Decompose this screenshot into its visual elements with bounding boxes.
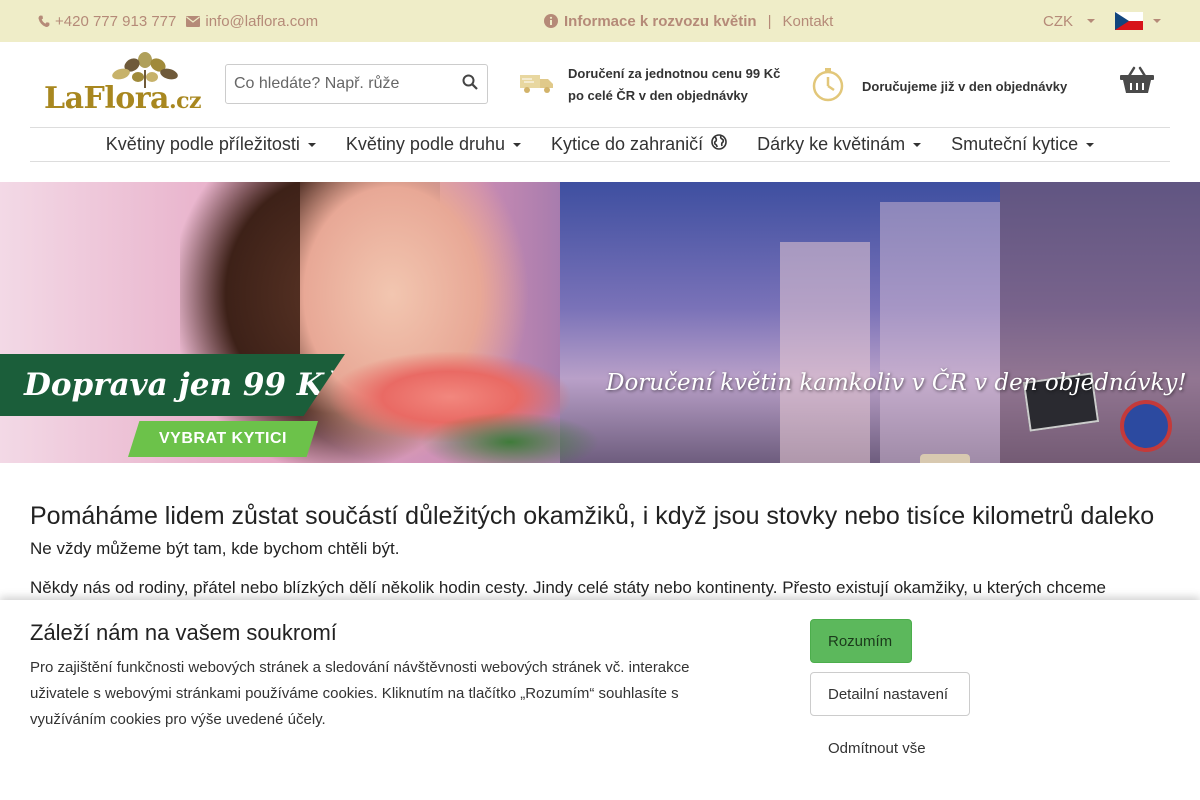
logo-text: LaFlora.cz — [44, 81, 202, 116]
chevron-down-icon — [307, 142, 316, 147]
shopping-basket-icon — [1120, 66, 1154, 98]
header: LaFlora.cz Doručení za jednotnou cenu 99… — [0, 42, 1200, 128]
hero-banner[interactable]: Doprava jen 99 Kč VYBRAT KYTICI Doručení… — [0, 182, 1200, 463]
globe-icon — [711, 134, 727, 155]
nav-funeral-label: Smuteční kytice — [951, 134, 1079, 154]
language-dropdown[interactable] — [1115, 12, 1161, 30]
info-circle-icon — [544, 14, 558, 28]
phone-icon — [38, 15, 50, 28]
banner-leaves — [420, 412, 600, 463]
banner-ribbon-text: Doprava jen 99 Kč — [24, 367, 343, 403]
cookie-consent-bar: Záleží nám na vašem soukromí Pro zajiště… — [0, 600, 1200, 800]
usp-flat-delivery: Doručení za jednotnou cenu 99 Kč po celé… — [520, 63, 780, 107]
banner-antik-sign — [920, 454, 970, 463]
phone-number: +420 777 913 777 — [55, 12, 177, 30]
search-input[interactable] — [226, 65, 453, 103]
intro-paragraph: Ne vždy můžeme být tam, kde bychom chtěl… — [30, 539, 400, 558]
chevron-down-icon — [513, 142, 522, 147]
nav-gifts-label: Dárky ke květinám — [757, 134, 906, 154]
czech-flag-icon — [1115, 12, 1143, 30]
nav-funeral[interactable]: Smuteční kytice — [951, 134, 1095, 155]
usp-delivery-line1: Doručení za jednotnou cenu 99 Kč — [568, 66, 781, 81]
no-parking-sign-icon — [1120, 400, 1172, 452]
logo-main: LaFlora — [44, 81, 169, 116]
banner-building — [880, 202, 1000, 463]
chevron-down-icon — [1087, 19, 1095, 23]
envelope-icon — [186, 15, 201, 27]
choose-bouquet-button[interactable]: VYBRAT KYTICI — [128, 421, 318, 457]
email-link[interactable]: info@laflora.com — [186, 13, 318, 30]
nav-abroad-label: Kytice do zahraničí — [551, 134, 704, 154]
contact-link[interactable]: Kontakt — [782, 13, 833, 30]
cookie-title: Záleží nám na vašem soukromí — [30, 620, 337, 645]
currency-value: CZK — [1043, 12, 1073, 30]
search-button[interactable] — [453, 65, 487, 103]
body-paragraph: Někdy nás od rodiny, přátel nebo blízkýc… — [30, 578, 1106, 597]
delivery-info-link[interactable]: Informace k rozvozu květin — [564, 13, 757, 30]
banner-slogan: Doručení květin kamkoliv v ČR v den obje… — [606, 370, 1187, 396]
nav-flower-type-label: Květiny podle druhu — [345, 134, 506, 154]
usp-flat-delivery-text: Doručení za jednotnou cenu 99 Kč po celé… — [568, 63, 780, 107]
usp-same-day: Doručujeme již v den objednávky — [810, 66, 1067, 107]
nav-flower-type[interactable]: Květiny podle druhu — [345, 134, 522, 155]
chevron-down-icon — [1086, 142, 1095, 147]
search-icon — [462, 74, 478, 95]
stopwatch-icon — [810, 66, 846, 107]
topbar-contact: +420 777 913 777 info@laflora.com — [38, 13, 318, 30]
nav-occasion[interactable]: Květiny podle příležitosti — [106, 134, 316, 155]
nav-abroad[interactable]: Kytice do zahraničí — [551, 134, 727, 155]
cookie-settings-button[interactable]: Detailní nastavení — [810, 672, 970, 716]
page-heading: Pomáháme lidem zůstat součástí důležitýc… — [30, 502, 1155, 530]
accept-cookies-button[interactable]: Rozumím — [810, 619, 912, 663]
chevron-down-icon — [913, 142, 922, 147]
banner-building — [780, 242, 870, 463]
logo-suffix: .cz — [168, 88, 202, 114]
cookie-description: Pro zajištění funkčnosti webových stráne… — [30, 659, 690, 728]
logo[interactable]: LaFlora.cz — [44, 52, 204, 118]
topbar-separator: | — [767, 12, 772, 30]
main-content: Pomáháme lidem zůstat součástí důležitýc… — [30, 500, 1170, 600]
topbar-info: Informace k rozvozu květin | Kontakt — [544, 13, 833, 30]
phone-link[interactable]: +420 777 913 777 — [38, 13, 176, 30]
usp-delivery-line2: po celé ČR v den objednávky — [568, 88, 748, 103]
cart-button[interactable] — [1120, 66, 1154, 99]
search-box — [225, 64, 488, 104]
email-address: info@laflora.com — [205, 12, 319, 30]
usp-same-day-text: Doručujeme již v den objednávky — [862, 78, 1068, 94]
main-nav: Květiny podle příležitosti Květiny podle… — [30, 127, 1170, 162]
reject-cookies-button[interactable]: Odmítnout vše — [810, 726, 950, 770]
banner-shipping-ribbon: Doprava jen 99 Kč — [0, 354, 345, 416]
nav-gifts[interactable]: Dárky ke květinám — [757, 134, 922, 155]
chevron-down-icon — [1153, 19, 1161, 23]
nav-occasion-label: Květiny podle příležitosti — [105, 134, 300, 154]
delivery-truck-icon — [520, 72, 554, 99]
topbar: +420 777 913 777 info@laflora.com Inform… — [0, 0, 1200, 42]
currency-dropdown[interactable]: CZK — [1043, 13, 1095, 30]
